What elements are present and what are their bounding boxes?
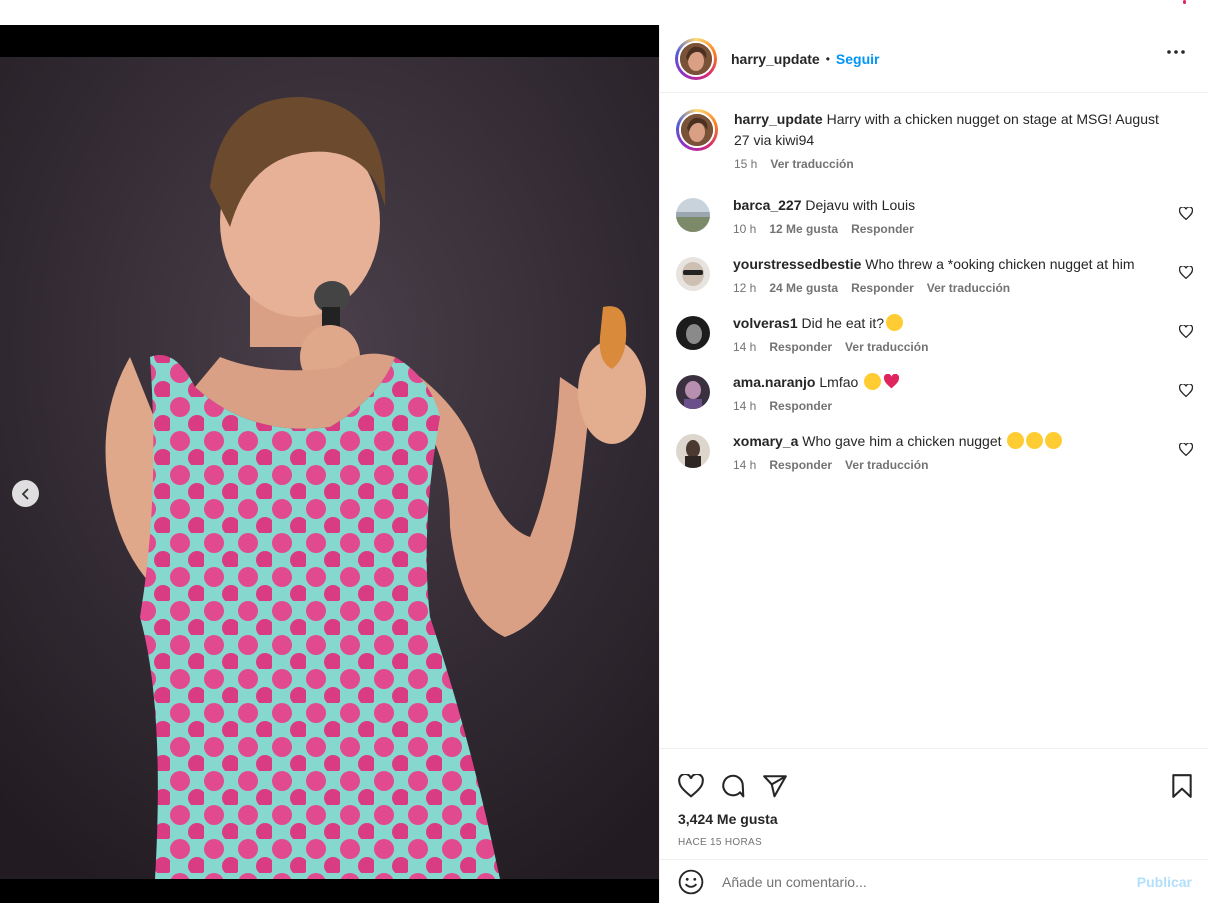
comment-likes[interactable]: 24 Me gusta: [769, 281, 838, 295]
reply-link[interactable]: Responder: [769, 399, 832, 413]
reply-link[interactable]: Responder: [851, 222, 914, 236]
comment-input[interactable]: [722, 873, 1102, 890]
commenter-avatar[interactable]: [676, 198, 710, 232]
like-comment-icon[interactable]: [1179, 443, 1193, 456]
translate-link[interactable]: Ver traducción: [845, 340, 928, 354]
commenter-avatar[interactable]: [676, 434, 710, 468]
comment-username[interactable]: ama.naranjo: [733, 374, 815, 390]
author-avatar[interactable]: [675, 37, 717, 80]
comment-time: 14 h: [733, 399, 757, 413]
reply-link[interactable]: Responder: [851, 281, 914, 295]
rofl-emoji-icon: [1045, 432, 1063, 449]
comments-list[interactable]: harry_update Harry with a chicken nugget…: [660, 93, 1208, 748]
heart-icon[interactable]: [678, 774, 704, 798]
notification-dot: [1183, 0, 1186, 4]
post-timestamp: HACE 15 HORAS: [678, 837, 762, 848]
save-icon[interactable]: [1171, 773, 1193, 799]
author-username[interactable]: harry_update: [731, 51, 820, 67]
comment-text: Lmfao: [819, 374, 859, 390]
comment-item: barca_227 Dejavu with Louis 10 h 12 Me g…: [660, 195, 1208, 236]
follow-button[interactable]: Seguir: [836, 51, 880, 67]
comment-time: 12 h: [733, 281, 757, 295]
crying-emoji-icon: [1007, 432, 1025, 449]
comment-text: Who gave him a chicken nugget: [802, 433, 1002, 449]
post-media[interactable]: [0, 25, 659, 903]
publish-button[interactable]: Publicar: [1137, 874, 1192, 890]
rofl-emoji-icon: [1026, 432, 1044, 449]
like-comment-icon[interactable]: [1179, 207, 1193, 220]
comment-item: yourstressedbestie Who threw a *ooking c…: [660, 254, 1208, 295]
comment-likes[interactable]: 12 Me gusta: [769, 222, 838, 236]
laughing-emoji-icon: [886, 314, 903, 331]
like-comment-icon[interactable]: [1179, 325, 1193, 338]
post-sidebar: harry_update • Seguir harry_update Harry…: [659, 25, 1208, 903]
comment-item: xomary_a Who gave him a chicken nugget 1…: [660, 431, 1208, 472]
caption-username[interactable]: harry_update: [734, 111, 823, 127]
likes-count[interactable]: 3,424 Me gusta: [660, 811, 1208, 827]
reply-link[interactable]: Responder: [769, 340, 832, 354]
post-caption: harry_update Harry with a chicken nugget…: [660, 109, 1208, 171]
post-photo: [0, 57, 659, 879]
comment-time: 14 h: [733, 458, 757, 472]
comment-item: ama.naranjo Lmfao 14 h Responder: [660, 372, 1208, 413]
translate-link[interactable]: Ver traducción: [927, 281, 1010, 295]
comment-username[interactable]: yourstressedbestie: [733, 256, 861, 272]
emoji-icon[interactable]: [678, 869, 704, 895]
caption-translate-link[interactable]: Ver traducción: [770, 157, 853, 171]
commenter-avatar[interactable]: [676, 375, 710, 409]
post-header: harry_update • Seguir: [660, 25, 1208, 93]
comment-text: Did he eat it?: [801, 315, 885, 331]
comment-text: Dejavu with Louis: [805, 197, 916, 213]
comment-username[interactable]: xomary_a: [733, 433, 798, 449]
previous-image-button[interactable]: [12, 480, 39, 507]
comment-text: Who threw a *ooking chicken nugget at hi…: [865, 256, 1135, 272]
comment-time: 10 h: [733, 222, 757, 236]
commenter-avatar[interactable]: [676, 316, 710, 350]
more-icon[interactable]: [1166, 49, 1186, 55]
chevron-left-icon: [21, 487, 29, 500]
rofl-emoji-icon: [864, 373, 882, 390]
comment-item: volveras1 Did he eat it? 14 h Responder …: [660, 313, 1208, 354]
commenter-avatar[interactable]: [676, 257, 710, 291]
comment-composer: Publicar: [660, 859, 1208, 903]
share-icon[interactable]: [762, 774, 788, 798]
browser-top-strip: [0, 0, 1208, 25]
comment-icon[interactable]: [720, 773, 746, 799]
translate-link[interactable]: Ver traducción: [845, 458, 928, 472]
comment-username[interactable]: volveras1: [733, 315, 798, 331]
header-separator: •: [825, 51, 830, 66]
like-comment-icon[interactable]: [1179, 266, 1193, 279]
reply-link[interactable]: Responder: [769, 458, 832, 472]
caption-author-avatar[interactable]: [676, 109, 718, 151]
like-comment-icon[interactable]: [1179, 384, 1193, 397]
red-heart-icon: [884, 373, 900, 389]
comment-username[interactable]: barca_227: [733, 197, 802, 213]
caption-time: 15 h: [734, 157, 758, 171]
comment-time: 14 h: [733, 340, 757, 354]
